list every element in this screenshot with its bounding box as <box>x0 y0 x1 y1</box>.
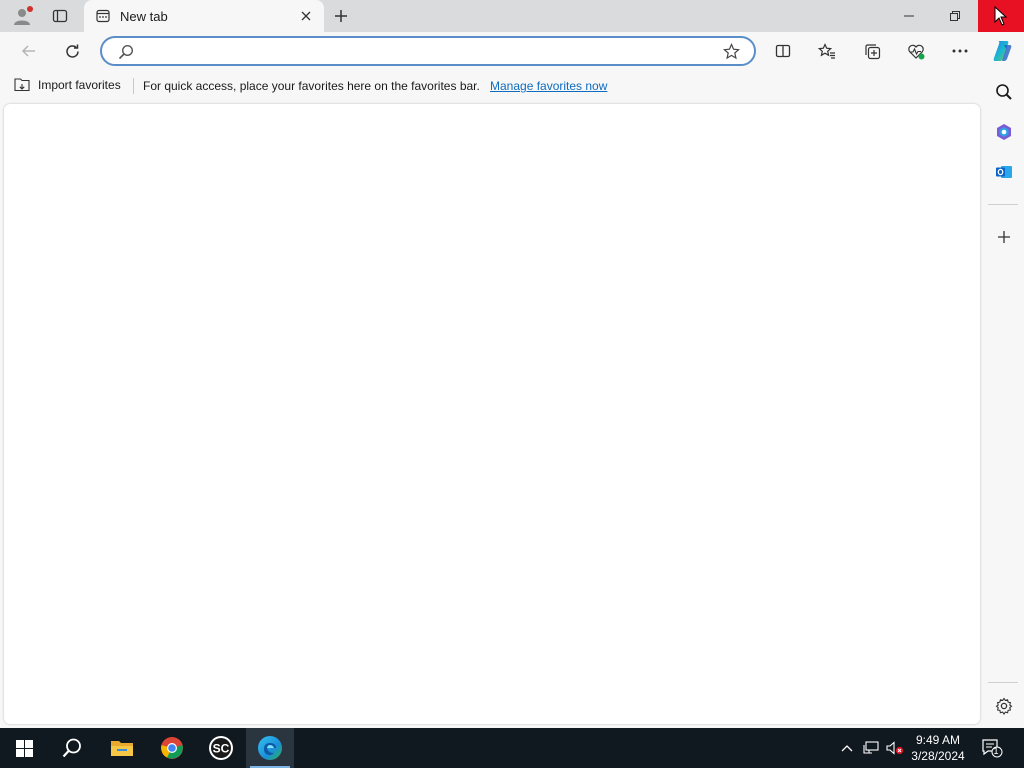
back-arrow-icon <box>21 45 35 57</box>
close-icon <box>301 11 311 21</box>
page-content[interactable] <box>4 104 980 724</box>
sidebar-add-button[interactable] <box>990 223 1018 251</box>
svg-text:SC: SC <box>213 742 230 756</box>
chrome-icon <box>161 737 183 759</box>
tray-volume[interactable] <box>884 728 906 768</box>
favorites-button[interactable] <box>812 36 842 66</box>
network-icon <box>863 741 879 754</box>
split-screen-icon <box>775 44 791 58</box>
close-window-button[interactable] <box>978 0 1024 32</box>
taskbar: SC 9:49 AM 3/28/2024 1 <box>0 728 1024 768</box>
show-desktop-button[interactable] <box>1012 728 1024 768</box>
refresh-button[interactable] <box>57 36 87 66</box>
manage-favorites-link[interactable]: Manage favorites now <box>490 79 607 93</box>
split-screen-button[interactable] <box>768 36 798 66</box>
search-icon <box>62 738 81 758</box>
mouse-cursor-icon <box>994 6 1008 26</box>
toolbar <box>0 32 1024 70</box>
minimize-button[interactable] <box>886 0 932 32</box>
tray-network[interactable] <box>860 728 882 768</box>
sidebar-search-button[interactable] <box>990 78 1018 106</box>
plus-icon <box>998 231 1010 243</box>
sidebar <box>984 70 1024 728</box>
tray-time: 9:49 AM <box>915 733 961 747</box>
favorites-bar: Import favorites For quick access, place… <box>0 72 984 100</box>
outlook-icon <box>996 166 1012 178</box>
profile-button[interactable] <box>8 4 36 28</box>
notification-count: 1 <box>993 746 999 756</box>
collections-button[interactable] <box>857 36 887 66</box>
taskbar-chrome[interactable] <box>148 728 196 768</box>
taskbar-search-button[interactable] <box>48 728 96 768</box>
taskbar-app-sc[interactable]: SC <box>197 728 245 768</box>
tab-title: New tab <box>120 8 168 24</box>
tab-actions-button[interactable] <box>46 4 74 28</box>
sidebar-separator <box>988 682 1018 683</box>
tab-new-tab[interactable]: New tab <box>84 0 324 32</box>
back-button[interactable] <box>14 36 44 66</box>
notification-dot <box>27 6 33 12</box>
minimize-icon <box>904 15 914 17</box>
copilot-button[interactable] <box>984 36 1020 66</box>
browser-essentials-icon <box>908 44 925 59</box>
taskbar-file-explorer[interactable] <box>98 728 146 768</box>
favorites-hint-text: For quick access, place your favorites h… <box>143 79 480 93</box>
import-favorites-button[interactable]: Import favorites <box>14 78 121 92</box>
tab-strip: New tab <box>0 0 1024 32</box>
new-tab-button[interactable] <box>328 4 354 28</box>
browser-window: New tab Import favorites For quick acces… <box>0 0 1024 768</box>
refresh-icon <box>65 44 79 58</box>
office-icon <box>997 124 1011 140</box>
folder-icon <box>111 741 133 756</box>
collections-icon <box>864 43 880 59</box>
plus-icon <box>335 10 347 22</box>
gear-icon <box>995 697 1013 715</box>
tray-show-hidden[interactable] <box>836 728 858 768</box>
favorites-icon <box>818 43 835 59</box>
volume-muted-icon <box>886 741 904 755</box>
tray-clock[interactable]: 9:49 AM 3/28/2024 <box>906 732 970 764</box>
close-tab-button[interactable] <box>294 4 318 28</box>
sidebar-separator <box>988 204 1018 205</box>
address-input[interactable] <box>142 41 712 61</box>
star-icon[interactable] <box>723 43 740 60</box>
import-favorites-label: Import favorites <box>38 78 121 92</box>
tab-actions-icon <box>52 9 68 23</box>
edge-icon <box>258 736 282 760</box>
sidebar-settings-button[interactable] <box>990 692 1018 720</box>
start-button[interactable] <box>0 728 48 768</box>
taskbar-edge[interactable] <box>246 728 294 768</box>
restore-icon <box>950 11 960 21</box>
favorites-separator <box>133 78 134 94</box>
sidebar-outlook-button[interactable] <box>990 158 1018 186</box>
windows-logo-icon <box>15 739 33 757</box>
copilot-icon <box>993 41 1012 61</box>
newtab-favicon-icon <box>96 9 110 23</box>
browser-essentials-button[interactable] <box>901 36 931 66</box>
search-icon <box>118 44 134 60</box>
import-favorites-icon <box>14 78 30 92</box>
tray-notifications[interactable]: 1 <box>976 728 1008 768</box>
address-bar[interactable] <box>100 36 756 66</box>
search-icon <box>996 84 1012 100</box>
sidebar-office-button[interactable] <box>990 118 1018 146</box>
sc-app-icon: SC <box>209 736 233 760</box>
more-button[interactable] <box>945 36 975 66</box>
chevron-up-icon <box>841 745 853 752</box>
more-icon <box>952 49 968 53</box>
tray-date: 3/28/2024 <box>911 749 965 763</box>
restore-button[interactable] <box>932 0 978 32</box>
